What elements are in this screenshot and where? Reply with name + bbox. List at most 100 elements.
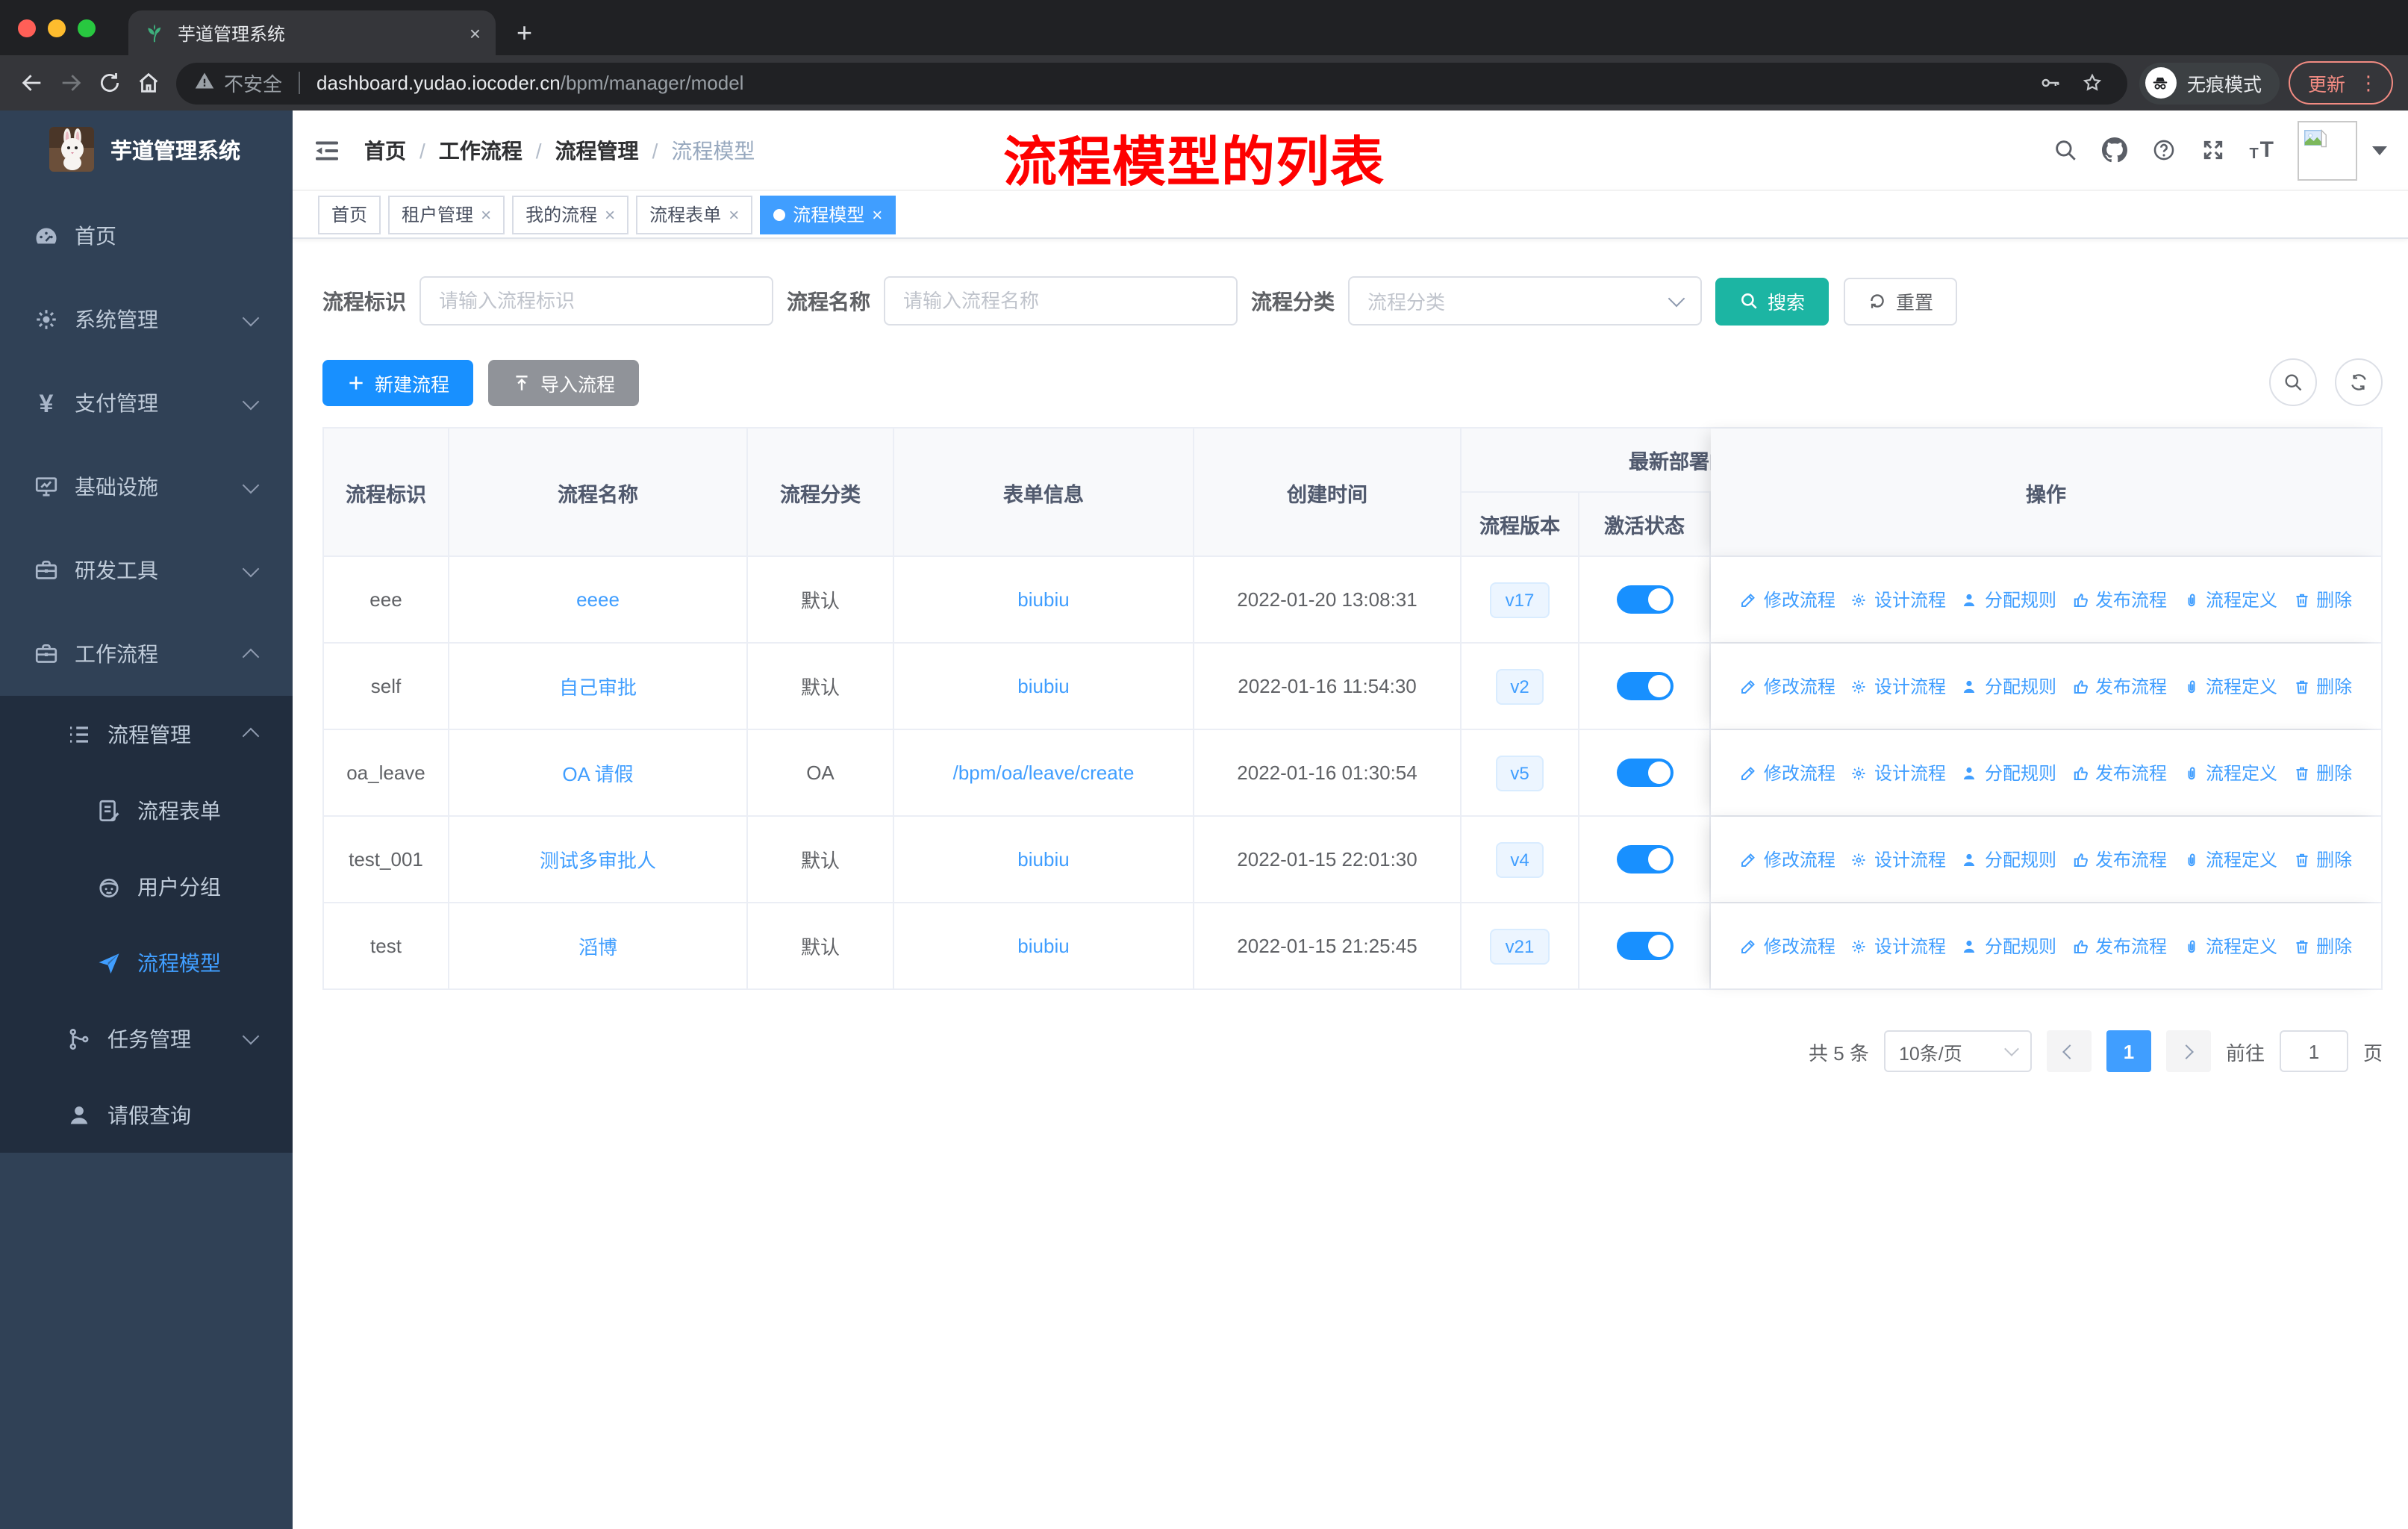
process-name-link[interactable]: 滔博 [578,932,617,960]
form-info-link[interactable]: biubiu [1017,675,1069,697]
action-assign-link[interactable]: 分配规则 [1961,673,2056,699]
filter-name-input[interactable] [884,276,1238,326]
tag-process-form[interactable]: 流程表单 × [636,195,753,234]
active-toggle[interactable] [1616,672,1673,700]
minimize-window-button[interactable] [48,19,66,37]
action-publish-link[interactable]: 发布流程 [2071,933,2167,959]
active-toggle[interactable] [1616,932,1673,960]
action-definition-link[interactable]: 流程定义 [2182,847,2277,872]
tab-close-icon[interactable]: × [470,22,481,44]
action-design-link[interactable]: 设计流程 [1850,673,1946,699]
tag-my-process[interactable]: 我的流程 × [512,195,629,234]
action-assign-link[interactable]: 分配规则 [1961,847,2056,872]
action-assign-link[interactable]: 分配规则 [1961,760,2056,785]
bookmark-star-icon[interactable] [2077,66,2109,99]
active-toggle[interactable] [1616,845,1673,874]
action-definition-link[interactable]: 流程定义 [2182,933,2277,959]
next-page-button[interactable] [2165,1030,2211,1072]
filter-key-input[interactable] [419,276,773,326]
sidebar-item-task-mgmt[interactable]: 任务管理 [0,1000,293,1077]
tag-close-icon[interactable]: × [481,205,491,223]
page-size-select[interactable]: 10条/页 [1883,1030,2032,1072]
sidebar-item-user-group[interactable]: 用户分组 [0,848,293,924]
tag-close-icon[interactable]: × [729,205,739,223]
tag-home[interactable]: 首页 [318,195,381,234]
action-edit-link[interactable]: 修改流程 [1740,760,1835,785]
tag-process-model[interactable]: 流程模型 × [760,195,896,234]
action-trash-link[interactable]: 删除 [2292,847,2352,872]
help-icon[interactable] [2150,137,2176,163]
toggle-search-button[interactable] [2269,358,2317,406]
action-assign-link[interactable]: 分配规则 [1961,933,2056,959]
security-label[interactable]: 不安全 [224,69,282,97]
form-info-link[interactable]: biubiu [1017,935,1069,957]
sidebar-item-home[interactable]: 首页 [0,194,293,278]
close-window-button[interactable] [18,19,36,37]
search-icon[interactable] [2052,137,2077,163]
action-edit-link[interactable]: 修改流程 [1740,847,1835,872]
action-edit-link[interactable]: 修改流程 [1740,673,1835,699]
action-trash-link[interactable]: 删除 [2292,760,2352,785]
sidebar-item-process-mgmt[interactable]: 流程管理 [0,696,293,772]
active-toggle[interactable] [1616,585,1673,614]
browser-update-button[interactable]: 更新 ⋮ [2288,61,2393,105]
back-button[interactable] [12,63,51,102]
collapse-sidebar-icon[interactable] [312,135,342,165]
browser-menu-icon[interactable]: ⋮ [2359,71,2378,95]
sidebar-item-process-model[interactable]: 流程模型 [0,924,293,1000]
browser-tab[interactable]: 芋道管理系统 × [128,10,496,55]
reload-button[interactable] [90,63,128,102]
action-trash-link[interactable]: 删除 [2292,673,2352,699]
action-definition-link[interactable]: 流程定义 [2182,673,2277,699]
prev-page-button[interactable] [2046,1030,2092,1072]
sidebar-item-system[interactable]: 系统管理 [0,278,293,361]
action-publish-link[interactable]: 发布流程 [2071,587,2167,612]
sidebar-item-leave-query[interactable]: 请假查询 [0,1077,293,1153]
forward-button[interactable] [51,63,90,102]
form-info-link[interactable]: biubiu [1017,588,1069,611]
action-design-link[interactable]: 设计流程 [1850,587,1946,612]
import-process-button[interactable]: 导入流程 [488,359,640,405]
process-name-link[interactable]: OA 请假 [562,759,633,787]
reset-button[interactable]: 重置 [1844,277,1958,325]
sidebar-item-payment[interactable]: ¥ 支付管理 [0,361,293,445]
address-bar[interactable]: 不安全 dashboard.yudao.iocoder.cn/bpm/manag… [176,62,2127,104]
active-toggle[interactable] [1616,759,1673,787]
refresh-table-button[interactable] [2335,358,2383,406]
font-size-icon[interactable]: TT [2249,137,2274,163]
action-publish-link[interactable]: 发布流程 [2071,760,2167,785]
avatar-caret-icon[interactable] [2372,146,2387,155]
search-button[interactable]: 搜索 [1715,277,1830,325]
action-trash-link[interactable]: 删除 [2292,587,2352,612]
action-design-link[interactable]: 设计流程 [1850,933,1946,959]
sidebar-item-workflow[interactable]: 工作流程 [0,612,293,696]
action-definition-link[interactable]: 流程定义 [2182,760,2277,785]
breadcrumb-home[interactable]: 首页 [364,135,406,165]
action-trash-link[interactable]: 删除 [2292,933,2352,959]
fullscreen-icon[interactable] [2200,137,2225,163]
security-warning-icon[interactable] [194,70,215,96]
process-name-link[interactable]: 测试多审批人 [540,845,656,874]
filter-category-select[interactable]: 流程分类 [1348,276,1702,326]
page-number-1[interactable]: 1 [2106,1030,2151,1072]
action-edit-link[interactable]: 修改流程 [1740,933,1835,959]
action-edit-link[interactable]: 修改流程 [1740,587,1835,612]
maximize-window-button[interactable] [78,19,96,37]
sidebar-item-process-form[interactable]: 流程表单 [0,772,293,848]
password-key-icon[interactable] [2035,66,2068,99]
process-name-link[interactable]: 自己审批 [559,672,637,700]
form-info-link[interactable]: /bpm/oa/leave/create [953,762,1135,784]
breadcrumb-workflow[interactable]: 工作流程 [439,135,523,165]
sidebar-item-infra[interactable]: 基础设施 [0,445,293,529]
goto-page-input[interactable] [2279,1030,2348,1072]
tag-close-icon[interactable]: × [605,205,615,223]
form-info-link[interactable]: biubiu [1017,848,1069,871]
github-icon[interactable] [2101,137,2127,163]
tag-tenant[interactable]: 租户管理 × [388,195,505,234]
action-design-link[interactable]: 设计流程 [1850,760,1946,785]
action-publish-link[interactable]: 发布流程 [2071,847,2167,872]
user-avatar[interactable] [2298,120,2357,180]
action-design-link[interactable]: 设计流程 [1850,847,1946,872]
sidebar-item-devtools[interactable]: 研发工具 [0,529,293,612]
action-publish-link[interactable]: 发布流程 [2071,673,2167,699]
